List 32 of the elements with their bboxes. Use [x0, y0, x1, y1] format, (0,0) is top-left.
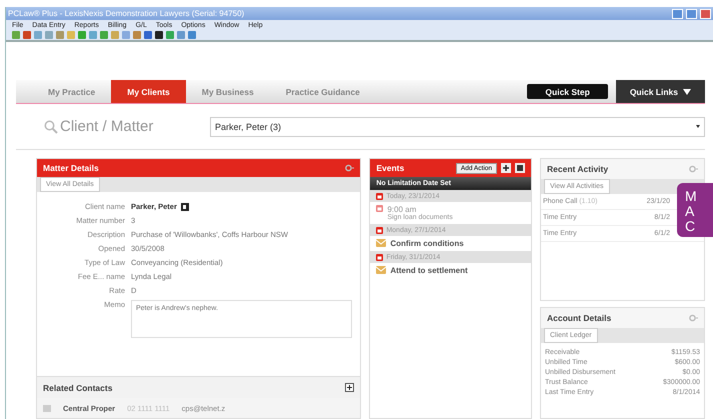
panel-title: Related Contacts — [43, 382, 114, 392]
card-icon[interactable] — [180, 202, 189, 210]
callout-text: M — [685, 189, 698, 204]
minimize-button[interactable] — [672, 8, 683, 18]
task-text[interactable]: Confirm conditions — [390, 239, 464, 248]
event-time: 9:00 am — [387, 205, 418, 214]
panel-title: Events — [376, 163, 406, 173]
caret-icon — [683, 88, 691, 94]
envelope-icon — [376, 239, 386, 247]
callout-text: A — [685, 204, 696, 219]
add-icon[interactable] — [501, 163, 511, 173]
contact-card-icon — [43, 404, 51, 412]
add-icon[interactable] — [345, 383, 354, 392]
callout-text: C — [685, 219, 696, 234]
task-text[interactable]: Attend to settlement — [390, 266, 468, 275]
close-button[interactable] — [700, 8, 711, 18]
client-matter-dropdown[interactable]: Parker, Peter (3) — [210, 116, 705, 136]
panel-title: Recent Activity — [547, 164, 610, 174]
nav-tab[interactable]: My Clients — [111, 80, 186, 103]
quick-step-button[interactable]: Quick Step — [527, 84, 608, 99]
restore-button[interactable] — [686, 8, 697, 18]
gear-icon[interactable] — [345, 164, 354, 172]
quick-links-button[interactable]: Quick Links — [616, 80, 705, 103]
search-icon — [44, 120, 58, 134]
panel-title: Matter Details — [43, 163, 100, 173]
panel-title: Account Details — [547, 313, 612, 323]
envelope-icon — [376, 266, 386, 274]
search-label: Client / Matter — [60, 118, 154, 135]
gear-icon[interactable] — [689, 165, 698, 173]
gear-icon[interactable] — [689, 314, 698, 322]
window-title: PCLaw® Plus - LexisNexis Demonstration Lawyers (Serial: 94750) — [8, 9, 246, 18]
caret-icon — [696, 125, 700, 128]
